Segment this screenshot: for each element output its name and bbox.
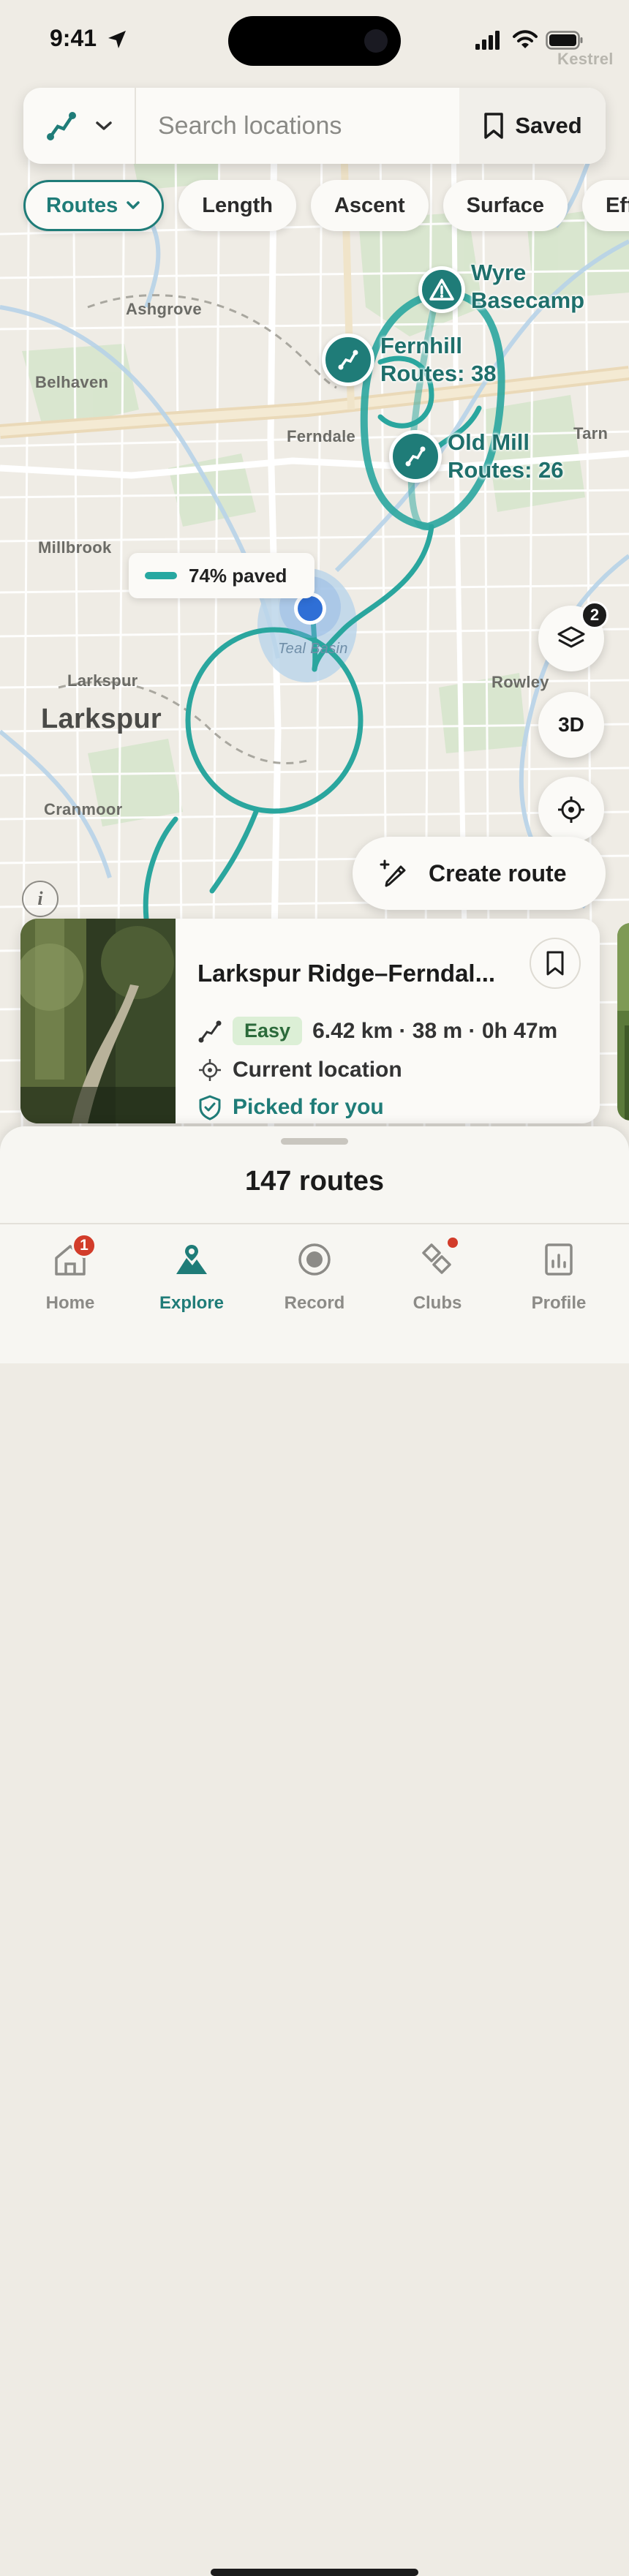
- saved-label: Saved: [515, 113, 582, 138]
- surface-pill: 74% paved: [129, 553, 314, 598]
- location-arrow-icon: [108, 31, 126, 48]
- clubs-notification-dot: [448, 1238, 458, 1248]
- home-indicator: [211, 2569, 418, 2576]
- route-start-row: Current location: [197, 1058, 402, 1082]
- next-card-peek[interactable]: [617, 923, 629, 1121]
- filter-chip-length[interactable]: Length: [178, 180, 296, 231]
- tab-record-label: Record: [284, 1293, 345, 1313]
- difficulty-badge: Easy: [233, 1017, 303, 1045]
- crosshair-icon: [199, 1059, 221, 1081]
- tab-profile-label: Profile: [531, 1293, 587, 1313]
- place-label: Belhaven: [35, 373, 109, 391]
- filter-chip-surface[interactable]: Surface: [442, 180, 568, 231]
- marker-label: Wyre Basecamp: [471, 260, 585, 313]
- route-icon: [47, 112, 76, 140]
- place-label: Rowley: [491, 673, 549, 691]
- search-input[interactable]: Search locations: [136, 88, 459, 164]
- shield-check-icon: [199, 1095, 221, 1121]
- status-bar: 9:41: [0, 0, 629, 80]
- home-notification-badge: 1: [72, 1233, 97, 1258]
- crosshair-icon: [558, 796, 584, 823]
- marker-old-mill[interactable]: [389, 430, 442, 483]
- route-start: Current location: [233, 1058, 402, 1082]
- search-bar: Search locations Saved: [23, 88, 606, 164]
- marker-fernhill[interactable]: [322, 334, 374, 386]
- route-title: Larkspur Ridge–Ferndal...: [197, 960, 496, 987]
- paved-line-swatch: [145, 572, 177, 579]
- tab-profile[interactable]: Profile: [500, 1239, 617, 1314]
- explore-map-icon: [176, 1245, 207, 1274]
- layers-icon: [557, 626, 585, 648]
- profile-chart-icon: [545, 1243, 573, 1276]
- route-tag-row: Picked for you: [197, 1094, 384, 1121]
- battery-icon: [546, 31, 583, 50]
- status-time: 9:41: [50, 25, 97, 51]
- place-label: Ferndale: [287, 427, 356, 445]
- place-label: Larkspur: [67, 671, 138, 690]
- place-label: Tarn: [573, 424, 609, 442]
- surface-pill-label: 74% paved: [189, 564, 287, 587]
- create-route-label: Create route: [429, 859, 567, 886]
- route-type-selector[interactable]: [23, 88, 136, 164]
- bookmark-icon: [484, 113, 504, 139]
- route-icon: [405, 446, 426, 467]
- filter-chip-ascent[interactable]: Ascent: [310, 180, 429, 231]
- route-icon: [198, 1020, 222, 1042]
- tab-home[interactable]: 1 Home: [12, 1233, 129, 1314]
- layers-button[interactable]: 2: [538, 601, 609, 671]
- marker-label: Fernhill Routes: 38: [380, 333, 497, 386]
- results-sheet[interactable]: 147 routes: [0, 1126, 629, 1223]
- route-card[interactable]: Larkspur Ridge–Ferndal... Easy 6.42 km ·…: [20, 919, 600, 1123]
- wifi-icon: [513, 30, 538, 48]
- tab-bar: 1 Home Explore Record Clubs Profile: [0, 1223, 629, 2576]
- record-icon: [298, 1243, 331, 1276]
- chevron-down-icon: [127, 201, 140, 209]
- place-label: Ashgrove: [126, 300, 202, 318]
- route-stats-row: Easy 6.42 km · 38 m · 0h 47m: [197, 1017, 557, 1045]
- filter-chips: Routes Length Ascent Surface Eff: [23, 180, 629, 231]
- route-bookmark-button[interactable]: [530, 938, 581, 989]
- place-label: Cranmoor: [44, 800, 123, 818]
- sheet-handle[interactable]: [281, 1138, 348, 1145]
- marker-wyre-basecamp[interactable]: [418, 266, 465, 313]
- route-tag: Picked for you: [233, 1095, 384, 1119]
- water-label: Teal Basin: [278, 641, 348, 657]
- area-label: Larkspur: [41, 704, 162, 734]
- tab-clubs-label: Clubs: [413, 1293, 462, 1313]
- chevron-down-icon: [96, 121, 112, 130]
- map-info-button[interactable]: i: [22, 881, 59, 917]
- results-count: 147 routes: [244, 1166, 385, 1197]
- marker-label: Old Mill Routes: 26: [448, 429, 564, 483]
- filter-chip-routes[interactable]: Routes: [23, 180, 165, 231]
- locate-button[interactable]: [538, 777, 604, 843]
- route-photo: [20, 919, 176, 1123]
- tab-home-label: Home: [45, 1293, 95, 1313]
- layers-badge: 2: [581, 601, 609, 629]
- 3d-toggle-button[interactable]: 3D: [538, 692, 604, 758]
- place-label: Millbrook: [38, 538, 112, 557]
- pencil-plus-icon: [380, 859, 406, 887]
- tab-record[interactable]: Record: [256, 1239, 373, 1314]
- warning-icon: [429, 279, 454, 301]
- tab-explore-label: Explore: [159, 1293, 225, 1313]
- tab-explore[interactable]: Explore: [133, 1239, 250, 1314]
- create-route-button[interactable]: Create route: [353, 837, 606, 910]
- saved-button[interactable]: Saved: [459, 88, 606, 164]
- route-stats: 6.42 km · 38 m · 0h 47m: [312, 1018, 558, 1043]
- filter-chip-effort[interactable]: Eff: [582, 180, 629, 231]
- route-icon: [338, 350, 358, 370]
- dynamic-island: [228, 16, 401, 66]
- cellular-signal-icon: [475, 31, 500, 50]
- tab-clubs[interactable]: Clubs: [379, 1238, 496, 1314]
- bookmark-icon: [546, 951, 564, 976]
